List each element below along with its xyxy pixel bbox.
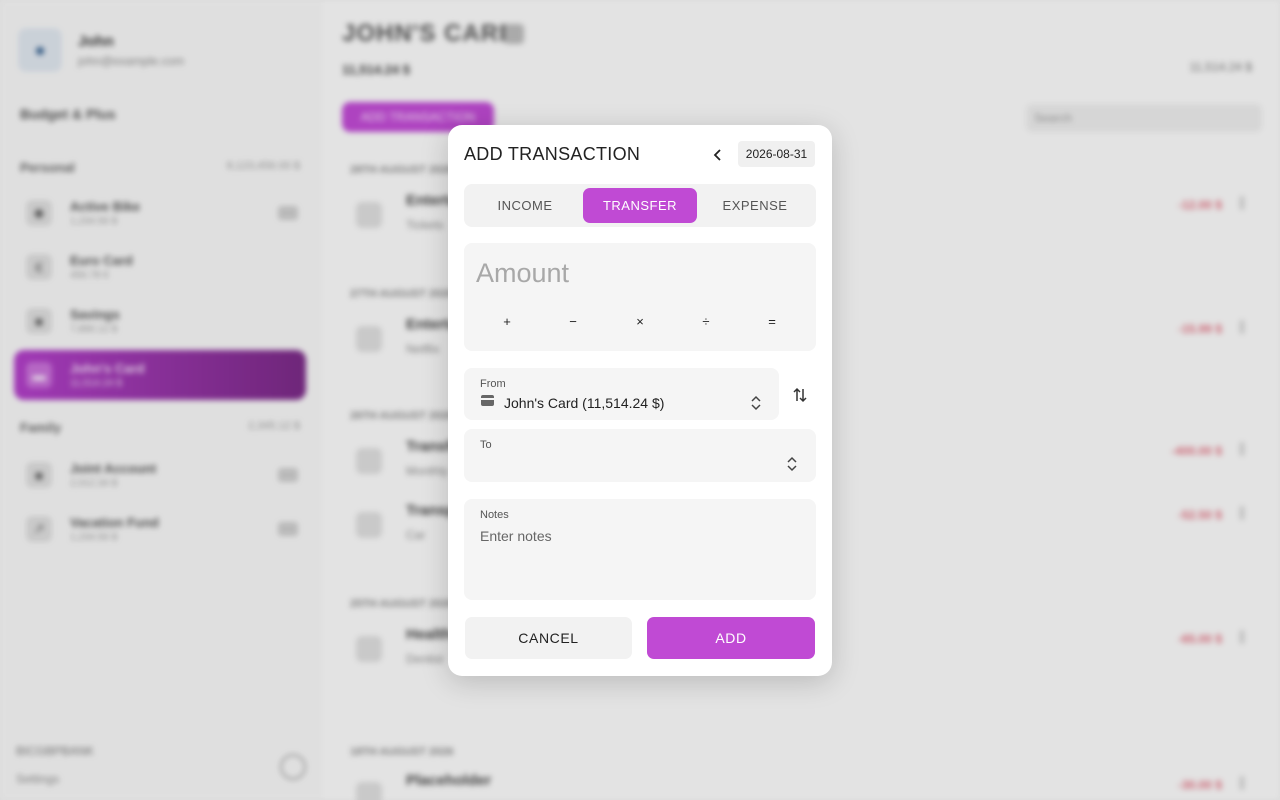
to-account-select[interactable]: To: [464, 429, 816, 482]
swap-vertical-icon: [793, 387, 807, 403]
previous-date-button[interactable]: [706, 143, 730, 167]
date-picker[interactable]: 2026-08-31: [738, 141, 815, 167]
minus-button[interactable]: −: [553, 307, 593, 335]
cancel-button[interactable]: CANCEL: [465, 617, 632, 659]
add-transaction-dialog: ADD TRANSACTION 2026-08-31 INCOME TRANSF…: [448, 125, 832, 676]
notes-field[interactable]: Notes: [464, 499, 816, 600]
notes-input[interactable]: [480, 528, 800, 544]
from-account-select[interactable]: From John's Card (11,514.24 $): [464, 368, 779, 420]
chevron-left-icon: [713, 149, 721, 161]
equals-button[interactable]: =: [752, 307, 792, 335]
tab-expense[interactable]: EXPENSE: [698, 188, 812, 223]
select-arrows-icon: [751, 395, 761, 411]
to-label: To: [480, 439, 492, 451]
plus-button[interactable]: +: [487, 307, 527, 335]
credit-card-icon: [481, 395, 494, 406]
select-arrows-icon: [787, 456, 797, 472]
dialog-title: ADD TRANSACTION: [464, 144, 641, 164]
amount-placeholder: Amount: [476, 258, 570, 288]
amount-field[interactable]: Amount + − × ÷ =: [464, 243, 816, 351]
multiply-button[interactable]: ×: [620, 307, 660, 335]
notes-label: Notes: [480, 509, 509, 521]
from-label: From: [480, 378, 506, 390]
transaction-type-tabs: INCOME TRANSFER EXPENSE: [464, 184, 816, 227]
add-button[interactable]: ADD: [647, 617, 815, 659]
tab-transfer[interactable]: TRANSFER: [583, 188, 697, 223]
tab-income[interactable]: INCOME: [468, 188, 582, 223]
from-value: John's Card (11,514.24 $): [504, 395, 665, 411]
swap-accounts-button[interactable]: [786, 381, 814, 409]
divide-button[interactable]: ÷: [686, 307, 726, 335]
